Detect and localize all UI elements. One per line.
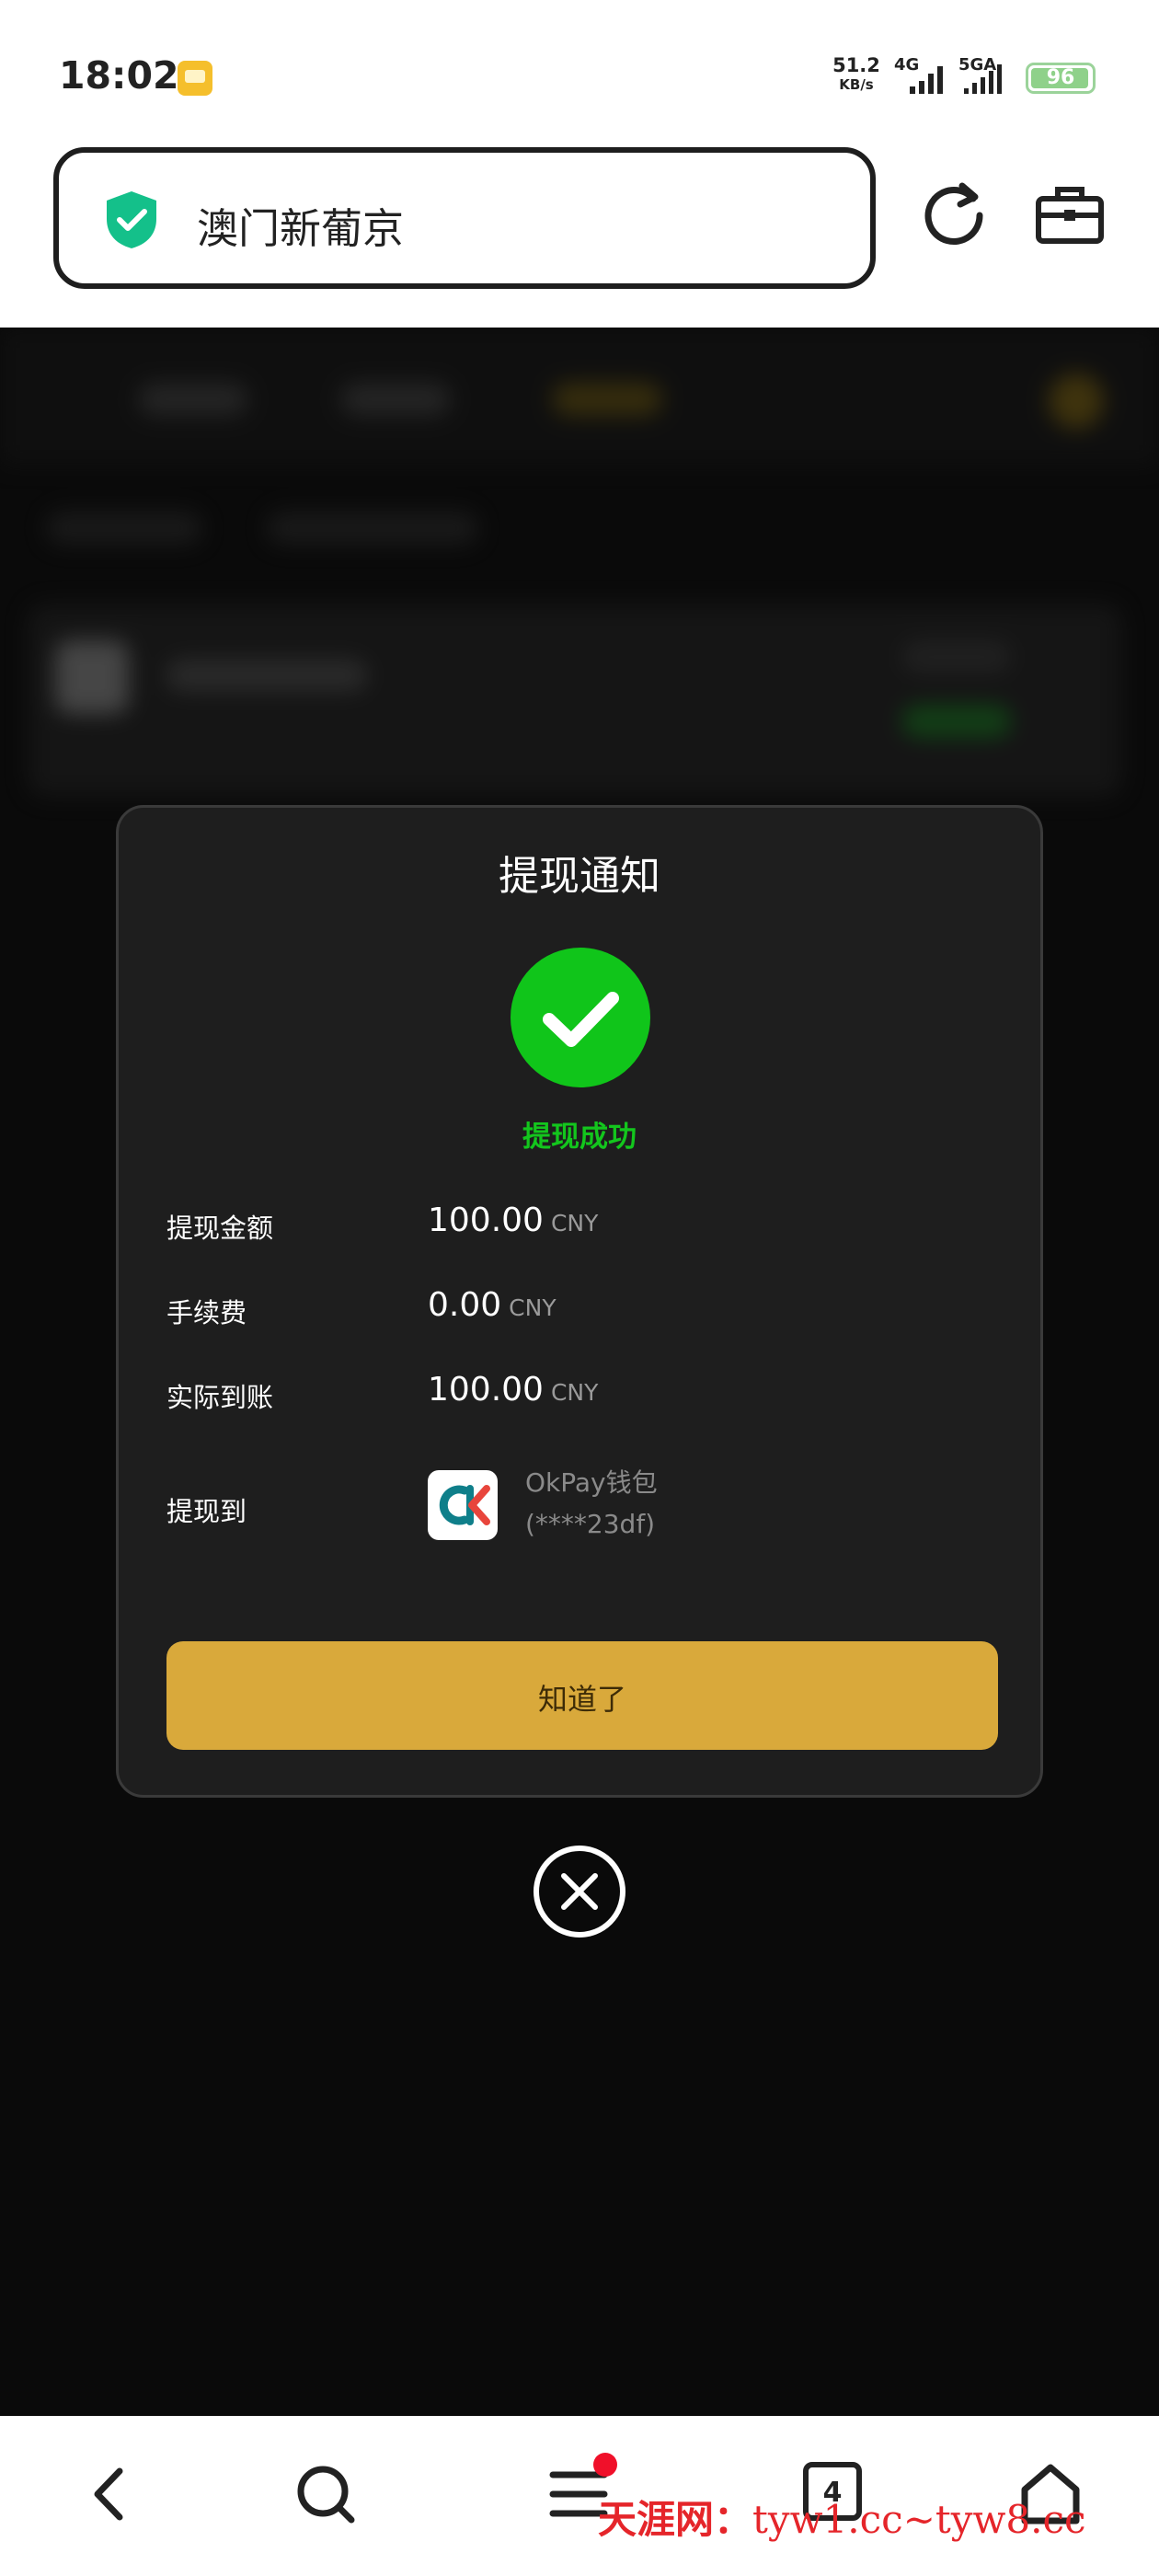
signal-2-icon: [964, 64, 1002, 94]
url-text: 澳门新葡京: [197, 204, 405, 253]
reload-icon[interactable]: [920, 178, 988, 248]
browser-address-bar: 澳门新葡京: [0, 145, 1159, 328]
fee-label: 手续费: [166, 1297, 247, 1328]
shield-check-icon: [107, 191, 156, 248]
withdraw-amount-row: 提现金额 100.00 CNY: [166, 1194, 994, 1249]
acknowledge-button[interactable]: 知道了: [166, 1641, 998, 1750]
success-check-icon: [511, 948, 650, 1087]
withdraw-amount-label: 提现金额: [166, 1213, 274, 1244]
close-icon[interactable]: [532, 1844, 627, 1939]
withdraw-amount-value: 100.00 CNY: [428, 1202, 599, 1239]
okpay-logo-icon: [428, 1470, 498, 1540]
wallet-name: OkPay钱包: [525, 1467, 658, 1498]
dialog-title: 提现通知: [499, 853, 660, 900]
search-icon[interactable]: [294, 2462, 357, 2526]
destination-label: 提现到: [166, 1496, 247, 1527]
watermark-name: 天涯网：: [598, 2497, 753, 2542]
watermark: 天涯网：tyw1.cc~tyw8.cc: [598, 2489, 1086, 2545]
received-amount-value: 100.00 CNY: [428, 1371, 599, 1409]
notification-app-icon: [178, 61, 212, 96]
received-amount-row: 实际到账 100.00 CNY: [166, 1363, 994, 1419]
withdrawal-notice-dialog: 提现通知 提现成功 提现金额 100.00 CNY 手续费 0.00 CNY 实际到…: [116, 805, 1043, 1798]
signal-1-icon: [910, 66, 943, 94]
network-speed-value: 51.2: [832, 54, 880, 76]
status-time: 18:02: [59, 53, 179, 98]
toolbox-icon[interactable]: [1034, 184, 1106, 245]
withdraw-status-text: 提现成功: [522, 1121, 637, 1154]
fee-value: 0.00 CNY: [428, 1286, 557, 1324]
received-amount-label: 实际到账: [166, 1382, 274, 1413]
watermark-url: tyw1.cc~tyw8.cc: [752, 2497, 1086, 2542]
url-field[interactable]: 澳门新葡京: [53, 147, 876, 289]
network-speed-unit: KB/s: [839, 76, 874, 93]
fee-row: 手续费 0.00 CNY: [166, 1279, 994, 1334]
wallet-account: (****23df): [525, 1509, 656, 1539]
back-icon[interactable]: [86, 2462, 132, 2526]
status-bar: 18:02 51.2 KB/s 4G 5GA 96: [0, 0, 1159, 145]
network-speed: 51.2 KB/s: [832, 54, 880, 94]
destination-row: 提现到 OkPay钱包 (****23df): [166, 1467, 994, 1544]
menu-notification-dot: [593, 2453, 617, 2477]
acknowledge-button-label: 知道了: [537, 1683, 626, 1716]
battery-level: 96: [1046, 66, 1075, 89]
battery-indicator: 96: [1026, 63, 1096, 94]
